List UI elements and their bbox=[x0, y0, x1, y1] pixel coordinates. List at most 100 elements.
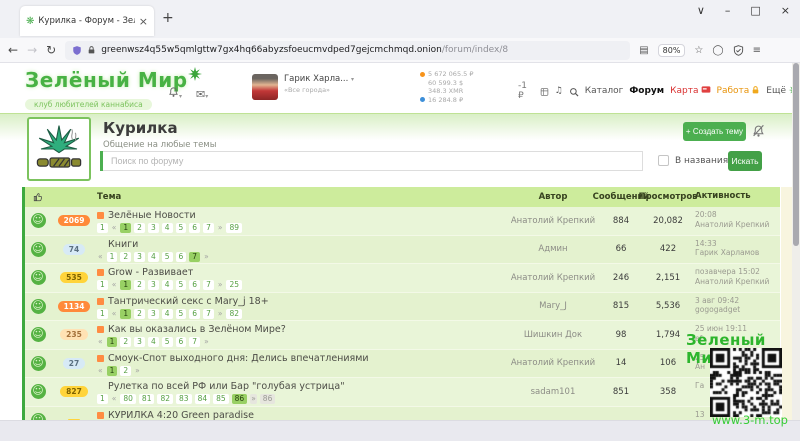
pagination-page[interactable]: 2 bbox=[120, 366, 131, 376]
pagination-arrow[interactable]: « bbox=[97, 337, 104, 347]
search-in-titles-checkbox[interactable] bbox=[658, 155, 669, 166]
pagination-page[interactable]: 5 bbox=[176, 280, 187, 290]
topic-title[interactable]: Тантрический секс с Mary_j 18+ bbox=[108, 296, 269, 307]
address-bar-input[interactable]: greenwsz4q55w5qmlgttw7gx4hq66abyzsfoeucm… bbox=[65, 41, 630, 60]
pagination-page[interactable]: 1 bbox=[120, 223, 131, 233]
table-row[interactable]: ☺ 27 Смоук-Спот выходного дня: Делись вп… bbox=[25, 350, 780, 379]
mute-notifications-bell-icon[interactable] bbox=[752, 123, 765, 142]
lock-icon[interactable] bbox=[87, 45, 96, 55]
menu-hamburger-icon[interactable]: ≡ bbox=[753, 45, 761, 56]
pagination-page[interactable]: 86 bbox=[260, 394, 276, 404]
pagination-page[interactable]: 6 bbox=[189, 309, 200, 319]
extension-circle-icon[interactable]: ◯ bbox=[712, 45, 723, 56]
pagination-arrow[interactable]: » bbox=[203, 252, 210, 262]
pagination-page[interactable]: 3 bbox=[134, 337, 145, 347]
maximize-button[interactable]: □ bbox=[750, 4, 760, 17]
topic-title[interactable]: Как вы оказались в Зелёном Мире? bbox=[108, 324, 286, 335]
pagination-page[interactable]: 7 bbox=[203, 223, 214, 233]
topic-author[interactable]: Анатолий Крепкий bbox=[505, 264, 601, 292]
tracking-shield-icon[interactable] bbox=[72, 45, 82, 56]
table-row[interactable]: ☺ 2069 Зелёные Новости 1«1234567»89 Анат… bbox=[25, 207, 780, 236]
topic-author[interactable]: Шишкин Док bbox=[505, 321, 601, 349]
topic-author[interactable] bbox=[505, 407, 601, 421]
pagination-arrow[interactable]: » bbox=[203, 337, 210, 347]
pagination-page[interactable]: 2 bbox=[134, 223, 145, 233]
pagination-page[interactable]: 4 bbox=[162, 223, 173, 233]
pagination-page[interactable]: 1 bbox=[97, 280, 108, 290]
pagination-page[interactable]: 4 bbox=[162, 309, 173, 319]
wallet-icon[interactable] bbox=[540, 82, 549, 101]
pagination-arrow[interactable]: « bbox=[111, 223, 118, 233]
pagination-page[interactable]: 1 bbox=[97, 223, 108, 233]
activity-user[interactable]: Анатолий Крепкий bbox=[695, 277, 780, 287]
pagination-arrow[interactable]: » bbox=[217, 309, 224, 319]
pagination-arrow[interactable]: « bbox=[111, 309, 118, 319]
nav-item-карта[interactable]: Карта bbox=[670, 85, 710, 97]
pagination-page[interactable]: 2 bbox=[120, 252, 131, 262]
pagination-page[interactable]: 80 bbox=[120, 394, 136, 404]
topic-author[interactable]: Админ bbox=[505, 236, 601, 264]
pagination-page[interactable]: 3 bbox=[148, 223, 159, 233]
user-menu[interactable]: Гарик Харла... ▾ «Все города» bbox=[252, 74, 354, 100]
pagination-page[interactable]: 6 bbox=[189, 223, 200, 233]
pagination-page[interactable]: 1 bbox=[107, 366, 118, 376]
pagination-page[interactable]: 6 bbox=[189, 280, 200, 290]
topic-title[interactable]: Книги bbox=[108, 239, 138, 250]
pagination-page[interactable]: 3 bbox=[148, 280, 159, 290]
pagination-page[interactable]: 1 bbox=[120, 280, 131, 290]
bookmark-star-icon[interactable]: ☆ bbox=[694, 45, 703, 56]
topic-title[interactable]: Grow - Развивает bbox=[108, 267, 193, 278]
pagination-page[interactable]: 1 bbox=[107, 252, 118, 262]
pagination-arrow[interactable]: » bbox=[217, 280, 224, 290]
user-avatar[interactable] bbox=[252, 74, 278, 100]
back-icon[interactable]: ← bbox=[8, 43, 18, 57]
table-row[interactable]: ☺ КУРИЛКА 4:20 Green paradise 13 bbox=[25, 407, 780, 421]
forum-search-input[interactable] bbox=[103, 151, 643, 171]
zoom-level-indicator[interactable]: 80% bbox=[658, 44, 686, 57]
window-close-button[interactable]: × bbox=[781, 4, 790, 17]
table-row[interactable]: ☺ 74 Книги «1234567» Админ 66 422 14:33 … bbox=[25, 236, 780, 265]
pagination-page[interactable]: 7 bbox=[189, 337, 200, 347]
pagination-page[interactable]: 5 bbox=[162, 337, 173, 347]
create-topic-button[interactable]: + Создать тему bbox=[683, 122, 746, 141]
pagination-page[interactable]: 1 bbox=[120, 309, 131, 319]
table-row[interactable]: ☺ 235 Как вы оказались в Зелёном Мире? «… bbox=[25, 321, 780, 350]
reader-mode-icon[interactable]: ▤ bbox=[639, 45, 648, 56]
browser-tab[interactable]: ❋ Курилка - Форум - Зелёный М × bbox=[20, 6, 154, 36]
new-tab-button[interactable]: + bbox=[162, 10, 174, 26]
topic-title[interactable]: Рулетка по всей РФ или Бар "голубая устр… bbox=[108, 381, 345, 392]
pagination-page[interactable]: 81 bbox=[139, 394, 155, 404]
pagination-page[interactable]: 7 bbox=[203, 280, 214, 290]
pagination-page[interactable]: 2 bbox=[134, 309, 145, 319]
table-row[interactable]: ☺ 1134 Тантрический секс с Mary_j 18+ 1«… bbox=[25, 293, 780, 322]
pagination-page[interactable]: 1 bbox=[97, 394, 108, 404]
pagination-page[interactable]: 85 bbox=[213, 394, 229, 404]
pagination-page[interactable]: 82 bbox=[157, 394, 173, 404]
nav-item-работа[interactable]: Работа bbox=[717, 85, 761, 98]
pagination-page[interactable]: 25 bbox=[226, 280, 242, 290]
pagination-page[interactable]: 6 bbox=[176, 337, 187, 347]
pagination-arrow[interactable]: « bbox=[97, 252, 104, 262]
topic-title[interactable]: КУРИЛКА 4:20 Green paradise bbox=[108, 410, 254, 421]
table-row[interactable]: ☺ 535 Grow - Развивает 1«1234567»25 Анат… bbox=[25, 264, 780, 293]
topic-title[interactable]: Смоук-Спот выходного дня: Делись впечатл… bbox=[108, 353, 369, 364]
pagination-page[interactable]: 3 bbox=[134, 252, 145, 262]
pagination-arrow[interactable]: » bbox=[250, 394, 257, 404]
pagination-page[interactable]: 82 bbox=[226, 309, 242, 319]
pagination-page[interactable]: 6 bbox=[176, 252, 187, 262]
search-button[interactable]: Искать bbox=[728, 151, 762, 171]
tab-close-icon[interactable]: × bbox=[139, 15, 148, 28]
pagination-page[interactable]: 7 bbox=[189, 252, 200, 262]
nav-item-каталог[interactable]: Каталог bbox=[585, 86, 624, 96]
pagination-page[interactable]: 89 bbox=[226, 223, 242, 233]
topic-author[interactable]: Mary_J bbox=[505, 293, 601, 321]
pagination-page[interactable]: 5 bbox=[162, 252, 173, 262]
pagination-page[interactable]: 2 bbox=[134, 280, 145, 290]
reload-icon[interactable]: ↻ bbox=[46, 43, 56, 57]
minimize-button[interactable]: – bbox=[725, 4, 731, 17]
pagination-page[interactable]: 7 bbox=[203, 309, 214, 319]
pagination-page[interactable]: 83 bbox=[176, 394, 192, 404]
topic-author[interactable]: sadam101 bbox=[505, 378, 601, 406]
pagination-arrow[interactable]: » bbox=[134, 366, 141, 376]
activity-user[interactable]: Гарик Харламов bbox=[695, 248, 780, 258]
